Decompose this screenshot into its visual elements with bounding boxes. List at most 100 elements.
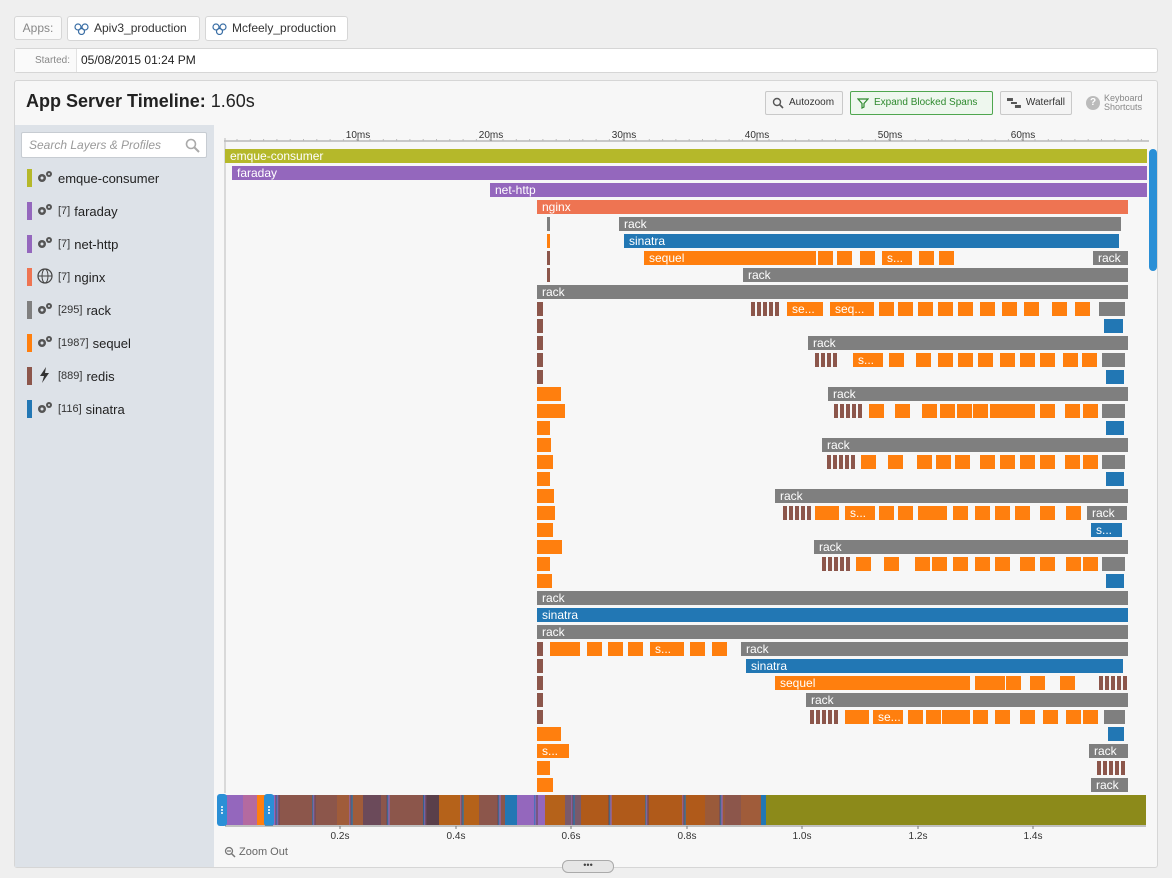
rack-span[interactable] [1099, 302, 1125, 316]
sequel-span[interactable] [926, 710, 941, 724]
span-sequel[interactable]: sequel [775, 676, 970, 690]
sequel-span[interactable] [1020, 710, 1035, 724]
rack-span[interactable] [1102, 353, 1125, 367]
sequel-span[interactable] [915, 557, 930, 571]
sequel-span[interactable] [995, 557, 1010, 571]
sequel-span[interactable] [537, 557, 550, 571]
redis-span[interactable] [821, 353, 825, 367]
redis-span[interactable] [840, 557, 844, 571]
sequel-span[interactable] [1065, 455, 1080, 469]
redis-span[interactable] [828, 557, 832, 571]
sequel-span[interactable] [815, 506, 839, 520]
sequel-span[interactable] [973, 710, 988, 724]
sequel-span[interactable] [537, 727, 561, 741]
redis-span[interactable] [537, 336, 543, 350]
redis-span[interactable] [845, 455, 849, 469]
layer-item-faraday[interactable]: [7] faraday [27, 200, 207, 222]
redis-span[interactable] [1097, 761, 1101, 775]
sequel-span[interactable] [958, 353, 973, 367]
sequel-span[interactable] [869, 404, 884, 418]
sequel-span[interactable] [537, 540, 562, 554]
rack-span[interactable]: rack [1093, 251, 1128, 265]
span-sinatra[interactable]: sinatra [746, 659, 1123, 673]
sequel-span[interactable] [990, 404, 1005, 418]
sequel-span[interactable] [917, 455, 932, 469]
sequel-span[interactable] [1015, 506, 1030, 520]
sequel-span[interactable] [953, 557, 968, 571]
sequel-span[interactable]: s... [537, 744, 569, 758]
sequel-span[interactable]: s... [882, 251, 912, 265]
sinatra-span[interactable] [1106, 370, 1124, 384]
sequel-span[interactable] [975, 676, 990, 690]
redis-span[interactable] [810, 710, 814, 724]
span-emque-consumer[interactable]: emque-consumer [225, 149, 1147, 163]
sequel-span[interactable] [547, 234, 550, 248]
redis-span[interactable] [1105, 676, 1109, 690]
redis-span[interactable] [801, 506, 805, 520]
span-sequel[interactable]: sequel [644, 251, 816, 265]
sequel-span[interactable] [1083, 710, 1098, 724]
sequel-span[interactable] [1040, 455, 1055, 469]
redis-span[interactable] [537, 693, 543, 707]
sequel-span[interactable] [898, 506, 913, 520]
redis-span[interactable] [537, 642, 543, 656]
sequel-span[interactable] [990, 676, 1005, 690]
redis-span[interactable] [846, 557, 850, 571]
redis-span[interactable] [783, 506, 787, 520]
sequel-span[interactable]: se... [787, 302, 823, 316]
redis-span[interactable] [815, 353, 819, 367]
rack-span[interactable] [1104, 710, 1125, 724]
sequel-span[interactable]: se... [873, 710, 903, 724]
sequel-span[interactable]: seq... [830, 302, 874, 316]
sequel-span[interactable] [1040, 506, 1055, 520]
redis-span[interactable] [1111, 676, 1115, 690]
sequel-span[interactable] [1020, 557, 1035, 571]
layer-item-net-http[interactable]: [7] net-http [27, 233, 207, 255]
sequel-span[interactable] [955, 455, 970, 469]
sequel-span[interactable] [1000, 455, 1015, 469]
sequel-span[interactable] [587, 642, 602, 656]
redis-span[interactable] [834, 557, 838, 571]
redis-span[interactable] [822, 710, 826, 724]
sequel-span[interactable] [1020, 404, 1035, 418]
rack-span[interactable]: rack [1087, 506, 1127, 520]
sequel-span[interactable] [856, 557, 871, 571]
redis-span[interactable] [1117, 676, 1121, 690]
span-rack[interactable]: rack [537, 285, 1128, 299]
rack-span[interactable] [1102, 455, 1125, 469]
sequel-span[interactable]: s... [650, 642, 684, 656]
span-rack[interactable]: rack [741, 642, 1128, 656]
sequel-span[interactable] [940, 404, 955, 418]
redis-span[interactable] [1109, 761, 1113, 775]
sinatra-span[interactable] [1106, 421, 1124, 435]
overview-strip[interactable] [225, 795, 1146, 825]
redis-span[interactable] [763, 302, 767, 316]
sequel-span[interactable] [1005, 404, 1020, 418]
redis-span[interactable] [807, 506, 811, 520]
zoom-out-button[interactable]: Zoom Out [224, 846, 288, 858]
autozoom-button[interactable]: Autozoom [765, 91, 843, 115]
sequel-span[interactable] [953, 506, 968, 520]
redis-span[interactable] [839, 455, 843, 469]
sequel-span[interactable] [628, 642, 643, 656]
sequel-span[interactable] [879, 302, 894, 316]
span-sinatra[interactable]: sinatra [624, 234, 1119, 248]
redis-span[interactable] [751, 302, 755, 316]
search-input[interactable]: Search Layers & Profiles [21, 132, 207, 158]
sequel-span[interactable] [1083, 404, 1098, 418]
sequel-span[interactable] [537, 387, 561, 401]
keyboard-shortcuts-button[interactable]: ? Keyboard Shortcuts [1086, 94, 1143, 112]
span-rack[interactable]: rack [619, 217, 1121, 231]
rack-span[interactable]: rack [1091, 778, 1128, 792]
sequel-span[interactable] [537, 438, 551, 452]
redis-span[interactable] [1103, 761, 1107, 775]
sequel-span[interactable] [939, 251, 954, 265]
vertical-scrollbar[interactable] [1149, 149, 1157, 271]
span-nginx[interactable]: nginx [537, 200, 1128, 214]
redis-span[interactable] [834, 710, 838, 724]
sequel-span[interactable] [957, 404, 972, 418]
redis-span[interactable] [1121, 761, 1125, 775]
sequel-span[interactable] [879, 506, 894, 520]
redis-span[interactable] [858, 404, 862, 418]
sequel-span[interactable] [1066, 557, 1081, 571]
